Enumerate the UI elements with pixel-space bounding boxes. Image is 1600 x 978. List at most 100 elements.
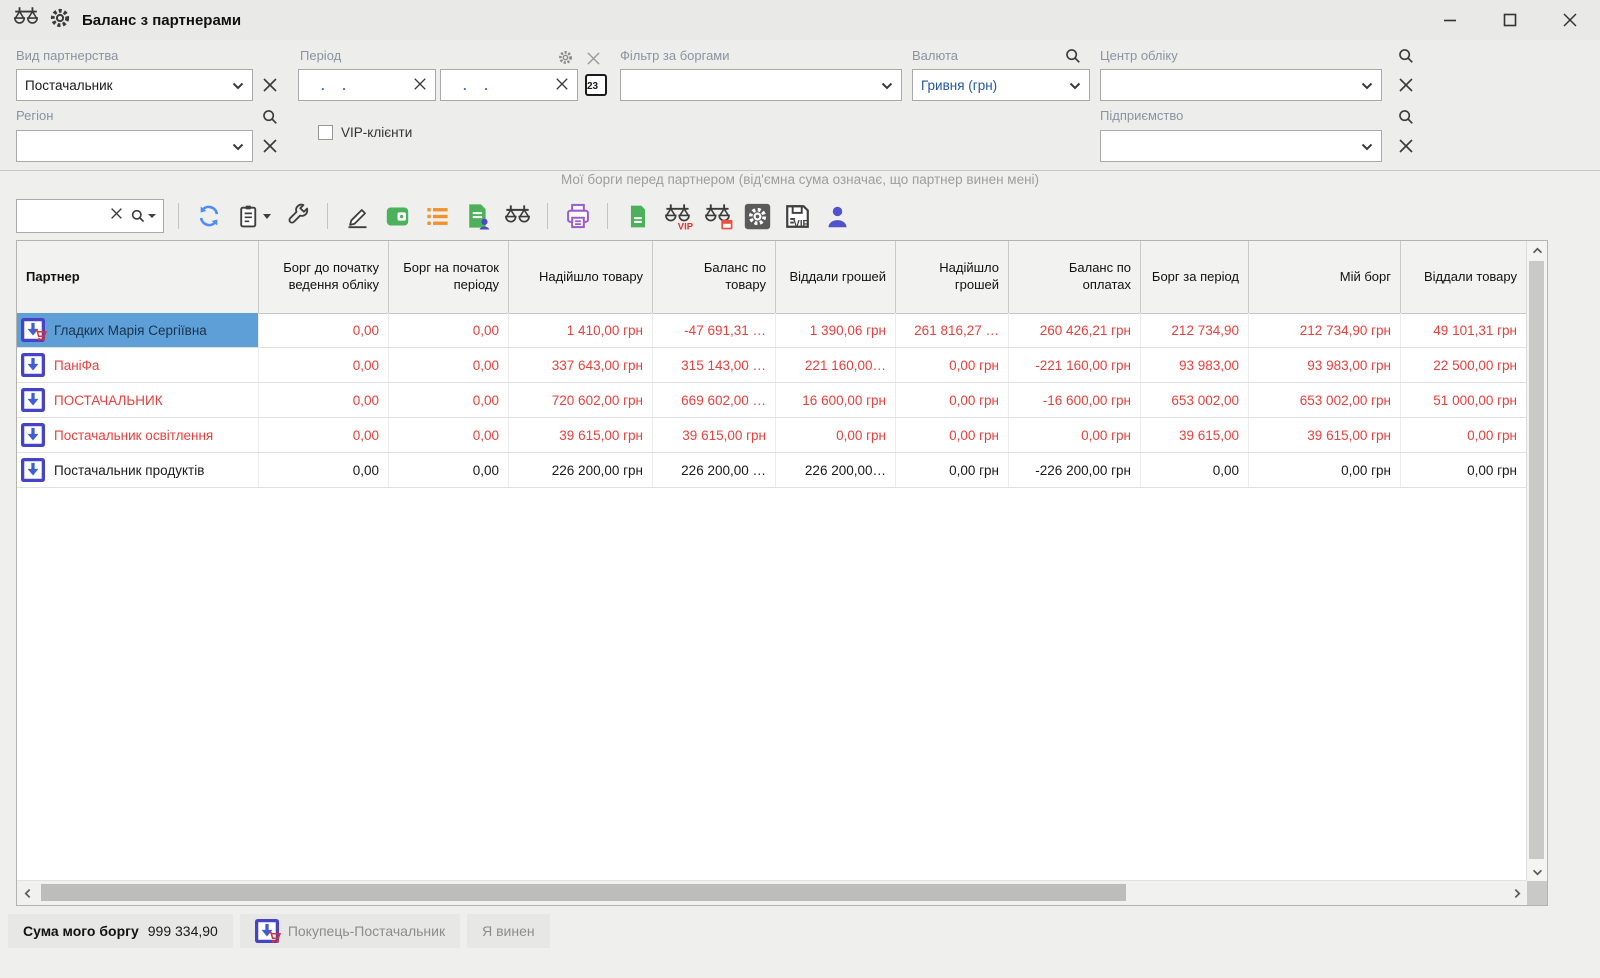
calendar-icon[interactable]: 23 [585, 74, 607, 96]
period-settings-gear-icon[interactable] [554, 46, 576, 68]
scales-vip-icon[interactable]: VIP [662, 201, 693, 232]
region-select[interactable] [16, 130, 253, 162]
accounting-center-select[interactable] [1100, 69, 1382, 101]
column-header[interactable]: Баланс по товару [653, 241, 776, 313]
scales-icon[interactable] [502, 201, 533, 232]
column-header[interactable]: Борг на початок періоду [389, 241, 509, 313]
cell: -221 160,00 грн [1009, 348, 1141, 382]
region-clear-icon[interactable] [259, 135, 281, 157]
close-button[interactable] [1540, 0, 1600, 40]
column-header[interactable]: Борг за період [1141, 241, 1249, 313]
vertical-scrollbar-thumb[interactable] [1529, 261, 1544, 859]
column-header[interactable]: Баланс по оплатах [1009, 241, 1141, 313]
partnership-type-select[interactable]: Постачальник [16, 69, 253, 101]
maximize-button[interactable] [1480, 0, 1540, 40]
column-header[interactable]: Віддали грошей [776, 241, 896, 313]
buyer-supplier-icon [255, 919, 279, 943]
partnership-type-label: Вид партнерства [16, 48, 118, 63]
cell: 226 200,00 грн [509, 453, 653, 487]
period-from-clear-icon[interactable] [413, 77, 427, 94]
quick-search-box[interactable] [16, 199, 164, 233]
cell: 226 200,00… [776, 453, 896, 487]
currency-search-icon[interactable] [1062, 45, 1084, 67]
period-to-clear-icon[interactable] [555, 77, 569, 94]
person-icon[interactable] [822, 201, 853, 232]
cell: 0,00 [389, 348, 509, 382]
region-label: Регіон [16, 108, 53, 123]
search-icon[interactable] [130, 208, 156, 224]
partner-name: ПаніФа [54, 358, 99, 373]
enterprise-clear-icon[interactable] [1395, 135, 1417, 157]
cell: -226 200,00 грн [1009, 453, 1141, 487]
report-document-icon[interactable] [622, 201, 653, 232]
enterprise-select[interactable] [1100, 130, 1382, 162]
table-row[interactable]: Постачальник освітлення 0,00 0,00 39 615… [17, 418, 1527, 453]
enterprise-search-icon[interactable] [1395, 106, 1417, 128]
table-row[interactable]: ПОСТАЧАЛЬНИК 0,00 0,00 720 602,00 грн 66… [17, 383, 1527, 418]
cell: 0,00 [259, 313, 389, 347]
region-search-icon[interactable] [259, 106, 281, 128]
vip-clients-checkbox[interactable] [318, 125, 333, 140]
column-header[interactable]: Віддали товару [1401, 241, 1527, 313]
settings-gear-icon[interactable] [742, 201, 773, 232]
toolbar: VIP VIP [16, 197, 853, 235]
cell: 22 500,00 грн [1401, 348, 1527, 382]
print-icon[interactable] [562, 201, 593, 232]
wallet-icon[interactable] [382, 201, 413, 232]
cell: 212 734,90 [1141, 313, 1249, 347]
period-clear-icon[interactable] [582, 47, 604, 69]
scroll-down-icon[interactable] [1527, 863, 1547, 881]
partnership-type-clear-icon[interactable] [259, 74, 281, 96]
cell: 669 602,00 … [653, 383, 776, 417]
scales-icon [12, 5, 40, 35]
period-to-field[interactable]: . . [440, 69, 578, 101]
scales-calendar-icon[interactable] [702, 201, 733, 232]
cell: 0,00 грн [776, 418, 896, 452]
partner-type-panel: Покупець-Постачальник [240, 914, 460, 948]
partner-name: Постачальник продуктів [54, 463, 204, 478]
quick-search-input[interactable] [24, 208, 110, 225]
table-row[interactable]: ПаніФа 0,00 0,00 337 643,00 грн 315 143,… [17, 348, 1527, 383]
supplier-icon [21, 458, 45, 482]
accounting-center-label: Центр обліку [1100, 48, 1178, 63]
balance-table: Партнер Борг до початку ведення обліку Б… [16, 240, 1548, 906]
svg-text:VIP: VIP [677, 221, 692, 230]
edit-pencil-icon[interactable] [342, 201, 373, 232]
save-vip-icon[interactable]: VIP [782, 201, 813, 232]
cell: 0,00 грн [1401, 418, 1527, 452]
list-icon[interactable] [422, 201, 453, 232]
currency-select[interactable]: Гривня (грн) [912, 69, 1090, 101]
period-from-field[interactable]: . . [298, 69, 436, 101]
scroll-up-icon[interactable] [1527, 241, 1547, 259]
currency-label: Валюта [912, 48, 958, 63]
document-person-icon[interactable] [462, 201, 493, 232]
cell: 0,00 [259, 348, 389, 382]
scroll-left-icon[interactable] [17, 881, 37, 905]
horizontal-scrollbar-thumb[interactable] [41, 884, 1126, 901]
column-header[interactable]: Борг до початку ведення обліку [259, 241, 389, 313]
column-header[interactable]: Надійшло грошей [896, 241, 1009, 313]
debt-filter-label: Фільтр за боргами [620, 48, 730, 63]
column-header-partner[interactable]: Партнер [17, 241, 259, 313]
total-debt-label: Сума мого боргу [23, 923, 139, 939]
cell: 315 143,00 … [653, 348, 776, 382]
toolbar-separator [547, 203, 548, 229]
cell: 93 983,00 грн [1249, 348, 1401, 382]
column-header[interactable]: Мій борг [1249, 241, 1401, 313]
wrench-icon[interactable] [282, 201, 313, 232]
table-row[interactable]: Гладких Марія Сергіївна 0,00 0,00 1 410,… [17, 313, 1527, 348]
clipboard-menu-icon[interactable] [233, 201, 273, 232]
accounting-center-clear-icon[interactable] [1395, 74, 1417, 96]
cell: 1 410,00 грн [509, 313, 653, 347]
scroll-right-icon[interactable] [1507, 881, 1527, 905]
cell: 39 615,00 грн [509, 418, 653, 452]
minimize-button[interactable] [1420, 0, 1480, 40]
table-row[interactable]: Постачальник продуктів 0,00 0,00 226 200… [17, 453, 1527, 488]
search-clear-icon[interactable] [110, 207, 123, 225]
debt-filter-select[interactable] [620, 69, 902, 101]
total-debt-value: 999 334,90 [148, 923, 218, 939]
cell: 0,00 грн [896, 348, 1009, 382]
column-header[interactable]: Надійшло товару [509, 241, 653, 313]
accounting-center-search-icon[interactable] [1395, 45, 1417, 67]
refresh-icon[interactable] [193, 201, 224, 232]
